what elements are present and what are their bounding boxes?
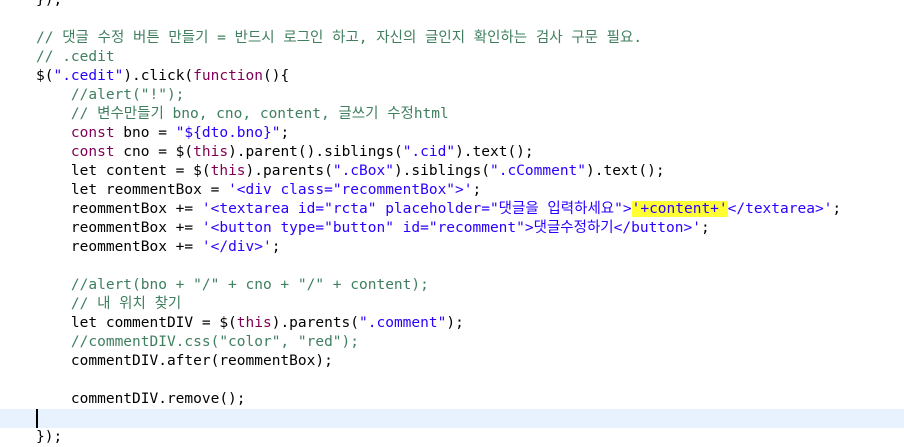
- code-token: ).siblings(: [393, 163, 490, 179]
- code-line[interactable]: const cno = $(this).parent().siblings(".…: [0, 143, 904, 162]
- code-line[interactable]: [0, 409, 904, 428]
- code-token: bno =: [114, 125, 176, 141]
- code-line[interactable]: $(".cedit").click(function(){: [0, 67, 904, 86]
- code-token: // 내 위치 찾기: [36, 296, 182, 312]
- code-token: ).parent().siblings(: [228, 144, 403, 160]
- code-token: });: [36, 0, 63, 8]
- code-line[interactable]: // 변수만들기 bno, cno, content, 글쓰기 수정html: [0, 105, 904, 124]
- code-token: </textarea>': [727, 201, 833, 217]
- code-token: cno = $(: [114, 144, 194, 160]
- code-line[interactable]: [0, 257, 904, 276]
- code-line[interactable]: [0, 371, 904, 390]
- code-token: "${dto.bno}": [175, 125, 281, 141]
- code-token: '<textarea id="rcta" placeholder="댓글을 입력…: [201, 201, 632, 217]
- code-token: ;: [472, 182, 482, 198]
- code-line[interactable]: reommentBox += '<textarea id="rcta" plac…: [0, 200, 904, 219]
- code-token: '<button type="button" id="recomment">댓글…: [201, 220, 701, 236]
- code-line[interactable]: const bno = "${dto.bno}";: [0, 124, 904, 143]
- code-token: //alert(bno + "/" + cno + "/" + content)…: [36, 277, 429, 293]
- code-token: commentDIV.after(reommentBox);: [36, 353, 333, 369]
- code-token: this: [193, 144, 229, 160]
- code-token: ).click(: [123, 68, 194, 84]
- code-token: function: [193, 68, 263, 84]
- code-line[interactable]: let commentDIV = $(this).parents(".comme…: [0, 314, 904, 333]
- code-line[interactable]: reommentBox += '</div>';: [0, 238, 904, 257]
- code-token: this: [210, 163, 246, 179]
- code-token: '</div>': [201, 239, 272, 255]
- code-token: const: [36, 144, 115, 160]
- code-token: ).text();: [455, 144, 534, 160]
- code-token: ;: [700, 220, 710, 236]
- code-line[interactable]: });: [0, 428, 904, 447]
- code-line[interactable]: });: [0, 0, 904, 10]
- code-token: const: [36, 125, 115, 141]
- code-token: );: [446, 315, 464, 331]
- code-token: ;: [271, 239, 281, 255]
- code-token: reommentBox +=: [36, 239, 202, 255]
- code-line[interactable]: //alert(bno + "/" + cno + "/" + content)…: [0, 276, 904, 295]
- code-line[interactable]: let content = $(this).parents(".cBox").s…: [0, 162, 904, 181]
- code-token: ".cBox": [332, 163, 394, 179]
- code-token: (){: [263, 68, 290, 84]
- code-token: let reommentBox =: [36, 182, 229, 198]
- code-token: reommentBox +=: [36, 220, 202, 236]
- code-line[interactable]: commentDIV.remove();: [0, 390, 904, 409]
- code-token: // 댓글 수정 버튼 만들기 = 반드시 로그인 하고, 자신의 글인지 확인…: [36, 30, 643, 46]
- code-token: let commentDIV = $(: [36, 315, 237, 331]
- code-line[interactable]: //commentDIV.css("color", "red");: [0, 333, 904, 352]
- code-token: ).parents(: [245, 163, 333, 179]
- code-editor[interactable]: }); // 댓글 수정 버튼 만들기 = 반드시 로그인 하고, 자신의 글인지…: [0, 0, 904, 445]
- code-token: ;: [280, 125, 290, 141]
- code-token: // 변수만들기 bno, cno, content, 글쓰기 수정html: [36, 106, 449, 122]
- code-token: //commentDIV.css("color", "red");: [36, 334, 360, 350]
- code-token: reommentBox +=: [36, 201, 202, 217]
- code-token: ".cid": [402, 144, 456, 160]
- code-token: ;: [832, 201, 842, 217]
- code-token: '+content+': [631, 201, 728, 217]
- code-line[interactable]: // 댓글 수정 버튼 만들기 = 반드시 로그인 하고, 자신의 글인지 확인…: [0, 29, 904, 48]
- code-line[interactable]: [0, 10, 904, 29]
- code-token: ".cedit": [53, 68, 124, 84]
- code-token: ".cComment": [489, 163, 587, 179]
- code-token: this: [236, 315, 272, 331]
- code-line[interactable]: let reommentBox = '<div class="recomment…: [0, 181, 904, 200]
- code-token: //alert("!");: [36, 87, 185, 103]
- code-line[interactable]: //alert("!");: [0, 86, 904, 105]
- code-line[interactable]: commentDIV.after(reommentBox);: [0, 352, 904, 371]
- code-line[interactable]: // 내 위치 찾기: [0, 295, 904, 314]
- code-line[interactable]: // .cedit: [0, 48, 904, 67]
- code-token: $(: [36, 68, 54, 84]
- code-token: '<div class="recommentBox">': [228, 182, 473, 198]
- code-token: commentDIV.remove();: [36, 391, 246, 407]
- code-token: ).parents(: [271, 315, 360, 331]
- code-token: ".comment": [359, 315, 447, 331]
- code-token: // .cedit: [36, 49, 115, 65]
- text-caret: [36, 409, 38, 428]
- code-token: });: [36, 429, 63, 445]
- code-token: let content = $(: [36, 163, 211, 179]
- code-line[interactable]: reommentBox += '<button type="button" id…: [0, 219, 904, 238]
- code-token: ).text();: [586, 163, 665, 179]
